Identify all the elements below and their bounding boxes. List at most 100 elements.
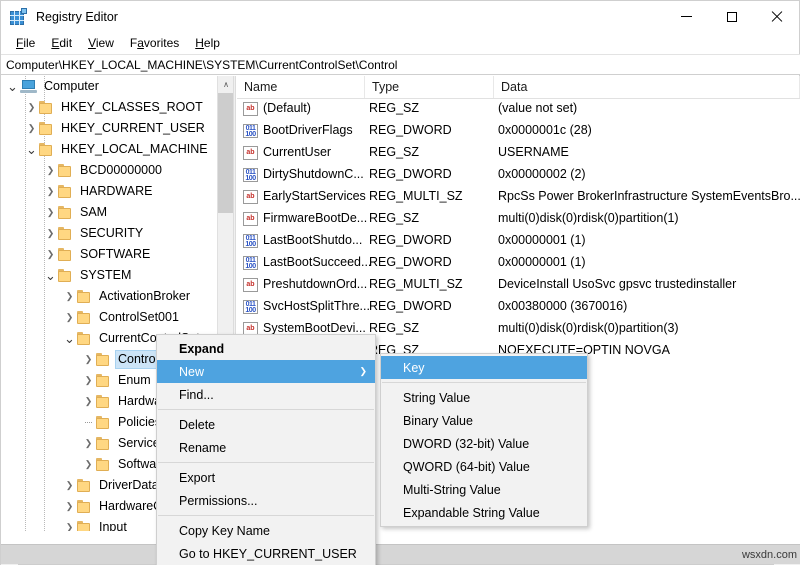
tree-item-computer[interactable]: ⌄ Computer	[1, 76, 217, 97]
menu-favorites[interactable]: Favorites	[122, 34, 187, 52]
chevron-right-icon[interactable]: ❯	[43, 223, 58, 244]
chevron-down-icon[interactable]: ⌄	[5, 76, 20, 97]
tree-item-security[interactable]: ❯ SECURITY	[1, 223, 217, 244]
context-menu-item-label: Expand	[179, 341, 225, 356]
folder-icon	[96, 437, 111, 450]
column-header-name[interactable]: Name	[237, 76, 365, 98]
chevron-right-icon[interactable]: ❯	[43, 244, 58, 265]
tree-item-hkey-classes-root[interactable]: ❯ HKEY_CLASSES_ROOT	[1, 97, 217, 118]
new-submenu-item-multi-string-value[interactable]: Multi-String Value	[381, 478, 587, 501]
column-header-data[interactable]: Data	[494, 76, 800, 98]
chevron-right-icon[interactable]: ❯	[81, 454, 96, 475]
dword-value-icon: 011 100	[243, 300, 258, 314]
chevron-down-icon[interactable]: ⌄	[62, 328, 77, 349]
tree-item-bcd00000000[interactable]: ❯ BCD00000000	[1, 160, 217, 181]
value-name: SystemBootDevi...	[263, 321, 366, 335]
minimize-icon	[681, 16, 692, 17]
value-row[interactable]: ab PreshutdownOrd... REG_MULTI_SZ DeviceIns…	[237, 275, 800, 297]
minimize-button[interactable]	[664, 1, 709, 32]
column-header-type[interactable]: Type	[365, 76, 494, 98]
folder-icon	[39, 122, 54, 135]
chevron-down-icon[interactable]: ⌄	[43, 265, 58, 286]
tree-item-software[interactable]: ❯ SOFTWARE	[1, 244, 217, 265]
context-menu-item-find[interactable]: Find...	[157, 383, 375, 406]
value-data: 0x0000001c (28)	[498, 123, 592, 137]
new-submenu-item-string-value[interactable]: String Value	[381, 386, 587, 409]
dword-value-icon: 011 100	[243, 256, 258, 270]
tree-item-activationbroker[interactable]: ❯ ActivationBroker	[1, 286, 217, 307]
context-menu-item-permissions[interactable]: Permissions...	[157, 489, 375, 512]
new-submenu-item-label: DWORD (32-bit) Value	[403, 436, 530, 451]
value-row[interactable]: ab FirmwareBootDe... REG_SZ multi(0)disk(0)…	[237, 209, 800, 231]
menu-file[interactable]: File	[8, 34, 43, 52]
context-menu-item-go-to-hkey-current-user[interactable]: Go to HKEY_CURRENT_USER	[157, 542, 375, 565]
context-menu-item-new[interactable]: New ❯	[157, 360, 375, 383]
chevron-down-icon[interactable]: ⌄	[24, 139, 39, 160]
chevron-right-icon[interactable]: ❯	[43, 202, 58, 223]
menu-edit-rest: dit	[59, 36, 73, 50]
value-row[interactable]: ab CurrentUser REG_SZ USERNAME	[237, 143, 800, 165]
chevron-right-icon[interactable]: ❯	[43, 160, 58, 181]
new-submenu-item-dword-32-bit-value[interactable]: DWORD (32-bit) Value	[381, 432, 587, 455]
chevron-right-icon[interactable]: ❯	[62, 307, 77, 328]
tree-item-system[interactable]: ⌄ SYSTEM	[1, 265, 217, 286]
value-row[interactable]: 011 100 SvcHostSplitThre... REG_DWORD 0x0038…	[237, 297, 800, 319]
window-controls	[664, 1, 799, 32]
value-name: SvcHostSplitThre...	[263, 299, 370, 313]
chevron-right-icon[interactable]: ❯	[24, 97, 39, 118]
chevron-right-icon[interactable]: ❯	[24, 118, 39, 139]
value-row[interactable]: 011 100 DirtyShutdownC... REG_DWORD 0x000000…	[237, 165, 800, 187]
tree-scroll-thumb[interactable]	[218, 93, 233, 213]
tree-item-sam[interactable]: ❯ SAM	[1, 202, 217, 223]
folder-icon	[58, 185, 73, 198]
value-row[interactable]: 011 100 LastBootShutdo... REG_DWORD 0x000000…	[237, 231, 800, 253]
context-menu-item-expand[interactable]: Expand	[157, 337, 375, 360]
tree-item-hkey-current-user[interactable]: ❯ HKEY_CURRENT_USER	[1, 118, 217, 139]
tree-item-controlset001[interactable]: ❯ ControlSet001	[1, 307, 217, 328]
chevron-right-icon[interactable]: ❯	[81, 370, 96, 391]
chevron-right-icon[interactable]: ❯	[62, 496, 77, 517]
tree-item-hkey-local-machine[interactable]: ⌄ HKEY_LOCAL_MACHINE	[1, 139, 217, 160]
value-type: REG_DWORD	[369, 255, 452, 269]
tree-item-hardware[interactable]: ❯ HARDWARE	[1, 181, 217, 202]
tree-scroll-up-arrow[interactable]: ∧	[218, 76, 233, 93]
value-row[interactable]: 011 100 BootDriverFlags REG_DWORD 0x0000001c…	[237, 121, 800, 143]
context-menu[interactable]: Expand New ❯ Find... Delete Rename Export Permi…	[156, 334, 376, 565]
value-row[interactable]: ab (Default) REG_SZ (value not set)	[237, 99, 800, 121]
chevron-right-icon[interactable]: ❯	[62, 475, 77, 496]
chevron-right-icon[interactable]: ❯	[62, 286, 77, 307]
value-name: CurrentUser	[263, 145, 332, 159]
value-name: (Default)	[263, 101, 311, 115]
new-submenu-item-label: QWORD (64-bit) Value	[403, 459, 530, 474]
close-button[interactable]	[754, 1, 799, 32]
chevron-right-icon[interactable]: ❯	[43, 181, 58, 202]
chevron-right-icon[interactable]: ❯	[62, 517, 77, 531]
context-menu-item-delete[interactable]: Delete	[157, 413, 375, 436]
value-row[interactable]: 011 100 LastBootSucceed... REG_DWORD 0x00000…	[237, 253, 800, 275]
value-data: multi(0)disk(0)rdisk(0)partition(3)	[498, 321, 679, 335]
chevron-right-icon[interactable]: ❯	[81, 349, 96, 370]
chevron-right-icon[interactable]: ❯	[81, 433, 96, 454]
folder-icon	[77, 290, 92, 303]
chevron-right-icon[interactable]: ❯	[81, 391, 96, 412]
menu-help[interactable]: Help	[187, 34, 228, 52]
registry-editor-window: Registry Editor File Edit View Favorites…	[0, 0, 800, 565]
tree-item-label: SOFTWARE	[80, 247, 151, 261]
context-menu-item-rename[interactable]: Rename	[157, 436, 375, 459]
new-submenu-item-key[interactable]: Key	[381, 356, 587, 379]
menu-edit[interactable]: Edit	[43, 34, 80, 52]
new-submenu-item-expandable-string-value[interactable]: Expandable String Value	[381, 501, 587, 524]
context-menu-item-copy-key-name[interactable]: Copy Key Name	[157, 519, 375, 542]
folder-icon	[39, 143, 54, 156]
submenu-separator	[382, 382, 586, 383]
menu-view[interactable]: View	[80, 34, 122, 52]
new-submenu-item-binary-value[interactable]: Binary Value	[381, 409, 587, 432]
new-submenu[interactable]: Key String Value Binary Value DWORD (32-bit…	[380, 353, 588, 527]
new-submenu-item-label: Key	[403, 360, 425, 375]
new-submenu-item-qword-64-bit-value[interactable]: QWORD (64-bit) Value	[381, 455, 587, 478]
tree-item-label: SYSTEM	[80, 268, 132, 282]
value-row[interactable]: ab EarlyStartServices REG_MULTI_SZ RpcSs Po…	[237, 187, 800, 209]
context-menu-item-export[interactable]: Export	[157, 466, 375, 489]
address-bar[interactable]: Computer\HKEY_LOCAL_MACHINE\SYSTEM\Curre…	[1, 54, 800, 75]
maximize-button[interactable]	[709, 1, 754, 32]
